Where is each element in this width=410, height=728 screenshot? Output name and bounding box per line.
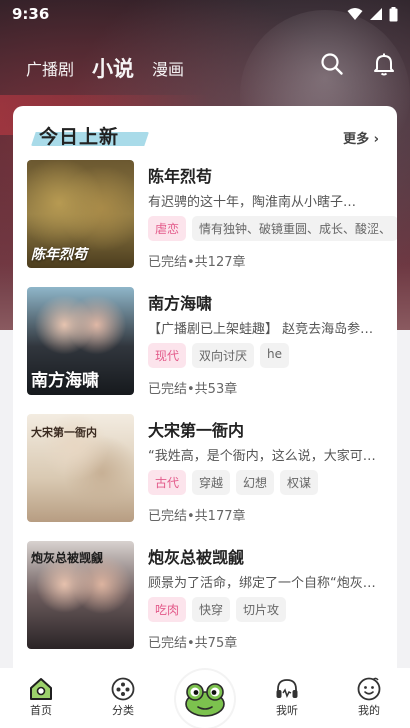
cover-title: 南方海啸: [31, 371, 99, 391]
tag[interactable]: 快穿: [192, 597, 231, 622]
book-status: 已完结•共53章: [148, 382, 238, 397]
book-tags: 古代 穿越 幻想 权谋: [148, 470, 397, 495]
chevron-right-icon: ›: [373, 132, 379, 147]
book-tags: 现代 双向讨厌 he: [148, 343, 397, 368]
tab-comic[interactable]: 漫画: [152, 56, 184, 80]
book-tags: 虐恋 情有独钟、破镜重圆、成长、酸涩、: [148, 216, 397, 241]
nav-profile[interactable]: 我的: [334, 676, 404, 718]
book-title[interactable]: 大宋第一衙内: [148, 417, 244, 441]
book-item[interactable]: 炮灰总被觊觎 炮灰总被觊觎 顾景为了活命，绑定了一个自称“炮灰… 吃肉 快穿 切…: [27, 541, 397, 651]
tag[interactable]: 现代: [148, 343, 187, 368]
cover-title: 大宋第一衙内: [31, 426, 97, 439]
status-time: 9:36: [12, 5, 50, 23]
home-icon: [6, 676, 76, 702]
card-header: 今日上新 更多 ›: [13, 106, 397, 164]
tag[interactable]: 情有独钟、破镜重圆、成长、酸涩、: [192, 216, 397, 241]
book-description: 有迟骋的这十年，陶淮南从小瞎子…: [148, 195, 357, 210]
book-description: “我姓高，是个衙内，这么说，大家可…: [148, 449, 376, 464]
signal-icon: [370, 8, 382, 20]
nav-category[interactable]: 分类: [88, 676, 158, 718]
nav-listen-label: 我听: [276, 704, 298, 717]
nav-category-label: 分类: [112, 704, 134, 717]
section-title: 今日上新: [39, 126, 120, 148]
status-bar: 9:36: [0, 0, 410, 28]
profile-icon: [334, 676, 404, 702]
tag[interactable]: 权谋: [280, 470, 319, 495]
frog-icon: [176, 670, 234, 728]
more-label: 更多: [343, 132, 370, 147]
book-cover[interactable]: 炮灰总被觊觎: [27, 541, 134, 649]
tag[interactable]: 切片攻: [236, 597, 287, 622]
book-description: 【广播剧已上架蛙趣】 赵竞去海岛参…: [148, 322, 374, 337]
book-status: 已完结•共177章: [148, 509, 246, 524]
nav-profile-label: 我的: [358, 704, 380, 717]
cover-title: 陈年烈苟: [31, 247, 87, 263]
book-cover[interactable]: 陈年烈苟: [27, 160, 134, 268]
tab-novel[interactable]: 小说: [92, 53, 134, 83]
top-nav-icons: [320, 52, 396, 76]
book-item[interactable]: 陈年烈苟 陈年烈苟 有迟骋的这十年，陶淮南从小瞎子… 虐恋 情有独钟、破镜重圆、…: [27, 160, 397, 270]
tag[interactable]: 幻想: [236, 470, 275, 495]
book-title[interactable]: 炮灰总被觊觎: [148, 544, 244, 568]
book-item[interactable]: 大宋第一衙内 大宋第一衙内 “我姓高，是个衙内，这么说，大家可… 古代 穿越 幻…: [27, 414, 397, 524]
book-title[interactable]: 陈年烈苟: [148, 163, 212, 187]
bell-icon[interactable]: [372, 52, 396, 76]
search-icon[interactable]: [320, 52, 344, 76]
system-icons: [347, 6, 398, 22]
tag[interactable]: 双向讨厌: [192, 343, 255, 368]
more-link[interactable]: 更多 ›: [343, 128, 379, 147]
top-nav: 广播剧 小说 漫画: [0, 48, 410, 88]
tag[interactable]: 古代: [148, 470, 187, 495]
tag[interactable]: he: [260, 343, 290, 368]
nav-home-label: 首页: [30, 704, 52, 717]
nav-home[interactable]: 首页: [6, 676, 76, 718]
new-releases-card: 今日上新 更多 › 陈年烈苟 陈年烈苟 有迟骋的这十年，陶淮南从小瞎子… 虐恋 …: [13, 106, 397, 680]
book-status: 已完结•共75章: [148, 636, 238, 651]
tag[interactable]: 吃肉: [148, 597, 187, 622]
book-tags: 吃肉 快穿 切片攻: [148, 597, 397, 622]
battery-icon: [389, 6, 398, 21]
book-item[interactable]: 南方海啸 南方海啸 【广播剧已上架蛙趣】 赵竞去海岛参… 现代 双向讨厌 he …: [27, 287, 397, 397]
listen-icon: [252, 676, 322, 702]
wifi-icon: [347, 8, 363, 20]
book-description: 顾景为了活命，绑定了一个自称“炮灰…: [148, 576, 376, 591]
tab-audio-drama[interactable]: 广播剧: [26, 56, 74, 80]
category-icon: [88, 676, 158, 702]
tag[interactable]: 虐恋: [148, 216, 187, 241]
book-title[interactable]: 南方海啸: [148, 290, 212, 314]
cover-title: 炮灰总被觊觎: [31, 551, 104, 565]
book-cover[interactable]: 南方海啸: [27, 287, 134, 395]
nav-listen[interactable]: 我听: [252, 676, 322, 718]
book-status: 已完结•共127章: [148, 255, 246, 270]
tag[interactable]: 穿越: [192, 470, 231, 495]
book-cover[interactable]: 大宋第一衙内: [27, 414, 134, 522]
bottom-nav: 首页 分类 我听 我的: [0, 668, 410, 728]
nav-frog-center[interactable]: [170, 670, 240, 728]
